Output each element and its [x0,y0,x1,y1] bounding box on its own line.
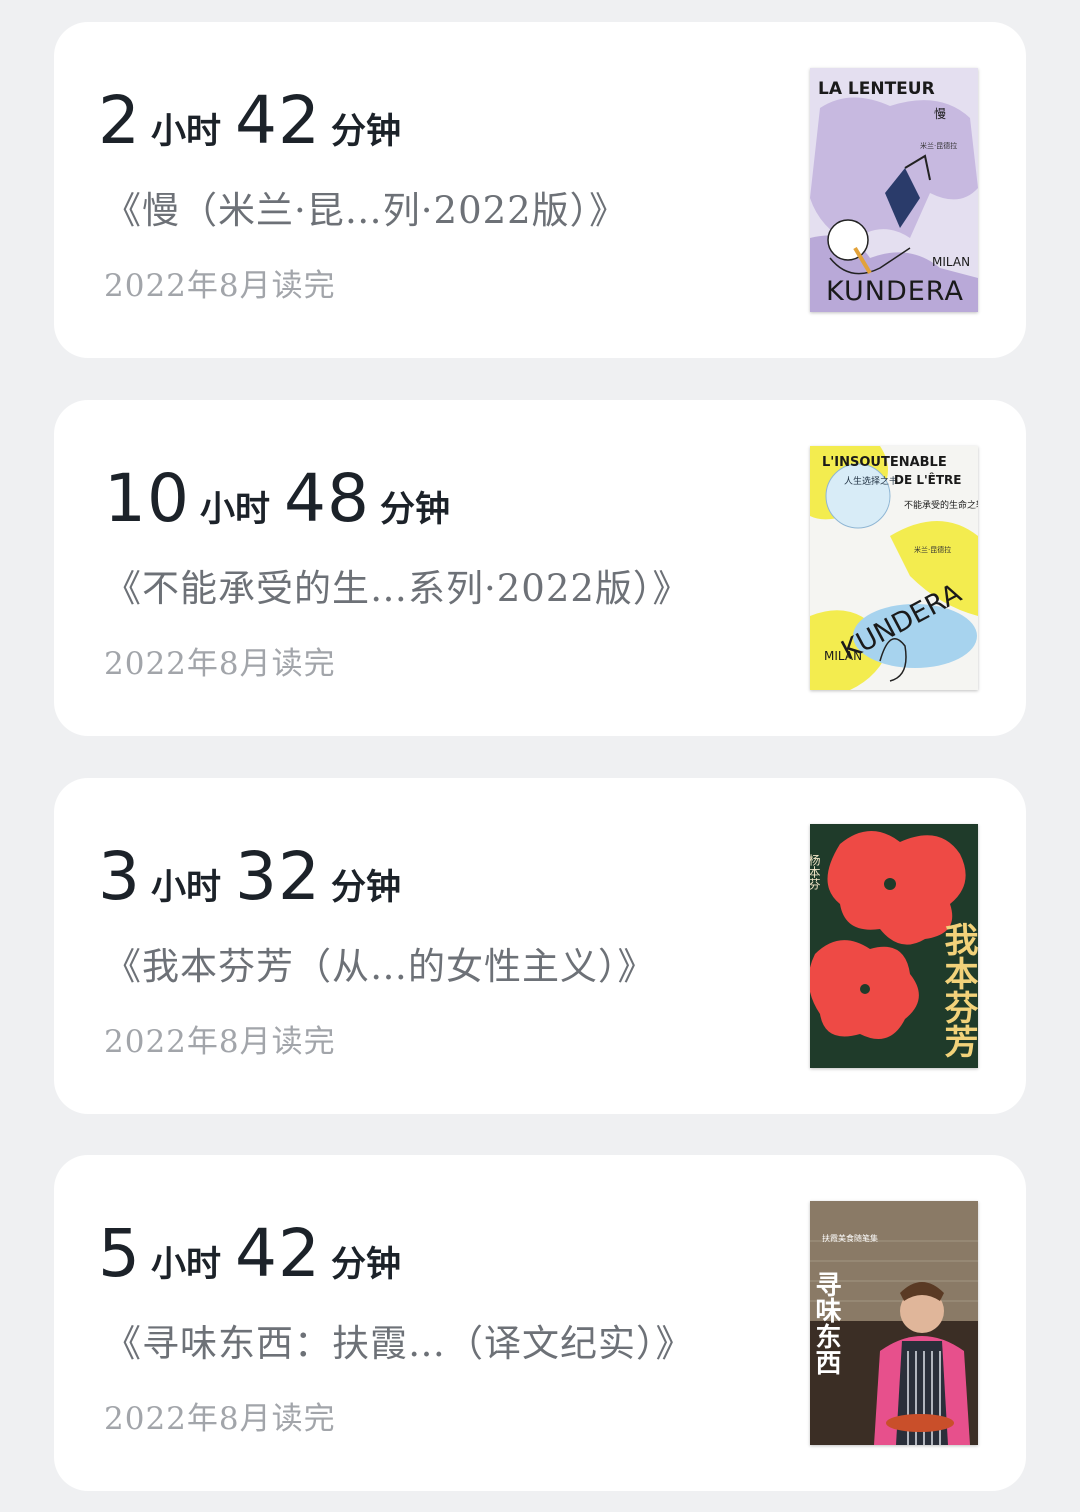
cover-cn-title: 我本芬芳 [938,922,978,1058]
finished-date: 2022年8月读完 [104,646,336,682]
book-card[interactable]: 2 小时 42 分钟 《慢（米兰·昆…列·2022版）》 2022年8月读完 L… [54,22,1026,358]
book-cover-image[interactable]: LA LENTEUR 慢 米兰·昆德拉 MILAN KUNDERA [810,68,978,312]
cover-brand-en: MILAN [932,255,970,269]
reading-duration: 10 小时 48 分钟 [104,460,450,540]
hours-value: 2 [98,82,141,159]
minutes-unit: 分钟 [331,112,402,152]
cover-brand-en: MILAN [824,649,862,663]
book-title: 《我本芬芳（从…的女性主义）》 [104,945,656,988]
reading-list: 2 小时 42 分钟 《慢（米兰·昆…列·2022版）》 2022年8月读完 L… [0,0,1080,1512]
finished-date: 2022年8月读完 [104,268,336,304]
cover-cn-title: 不能承受的生命之轻 [904,499,978,511]
reading-duration: 5 小时 42 分钟 [98,1215,401,1295]
cover-cn-title: 慢 [934,107,946,121]
cover-cn-title: 寻味东西 [811,1271,841,1375]
book-title: 《寻味东西：扶霞…（译文纪实）》 [104,1322,694,1365]
hours-value: 3 [98,838,141,915]
book-cover-image[interactable]: 杨本芬 我本芬芳 [810,824,978,1068]
cover-badge: 人生选择之书 [844,475,898,487]
finished-date: 2022年8月读完 [104,1401,336,1437]
book-card[interactable]: 3 小时 32 分钟 《我本芬芳（从…的女性主义）》 2022年8月读完 杨本芬… [54,778,1026,1114]
cover-brand-word: KUNDERA [826,276,964,307]
reading-duration: 3 小时 32 分钟 [98,838,401,918]
hours-value: 5 [98,1215,141,1292]
minutes-unit: 分钟 [379,490,450,530]
cover-series: 扶霞美食随笔集 [822,1233,878,1243]
cover-author: 米兰·昆德拉 [914,545,951,554]
finished-date: 2022年8月读完 [104,1024,336,1060]
cover-author: 杨本芬 [810,853,821,891]
minutes-value: 42 [235,1215,321,1292]
hours-value: 10 [104,460,190,537]
book-title: 《不能承受的生…系列·2022版）》 [104,567,691,610]
reading-duration: 2 小时 42 分钟 [98,82,401,162]
book-cover-image[interactable]: 人生选择之书 L'INSOUTENABLE DE L'ÊTRE 不能承受的生命之… [810,446,978,690]
minutes-value: 42 [235,82,321,159]
cover-author: 米兰·昆德拉 [920,141,957,150]
cover-top-text: LA LENTEUR [818,79,935,99]
book-card[interactable]: 10 小时 48 分钟 《不能承受的生…系列·2022版）》 2022年8月读完… [54,400,1026,736]
book-title: 《慢（米兰·昆…列·2022版）》 [104,189,628,232]
hours-unit: 小时 [151,1245,222,1285]
minutes-value: 48 [284,460,370,537]
cover-top-text: L'INSOUTENABLE [822,455,947,470]
hours-unit: 小时 [151,112,222,152]
hours-unit: 小时 [199,490,270,530]
hours-unit: 小时 [151,868,222,908]
book-card[interactable]: 5 小时 42 分钟 《寻味东西：扶霞…（译文纪实）》 2022年8月读完 扶霞… [54,1155,1026,1491]
cover-top-text-2: DE L'ÊTRE [894,472,961,487]
book-cover-image[interactable]: 扶霞美食随笔集 寻味东西 [810,1201,978,1445]
minutes-unit: 分钟 [331,1245,402,1285]
minutes-unit: 分钟 [331,868,402,908]
minutes-value: 32 [235,838,321,915]
